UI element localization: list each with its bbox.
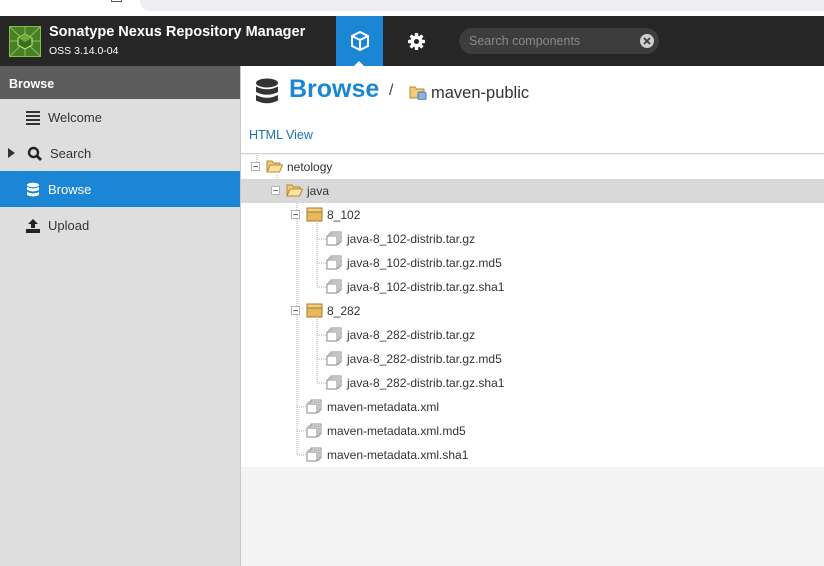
tree-node-label: java-8_102-distrib.tar.gz.md5 bbox=[347, 256, 502, 270]
file-icon bbox=[326, 255, 343, 270]
file-icon bbox=[326, 279, 343, 294]
browser-tab-icon bbox=[111, 0, 122, 2]
sidebar-item-label: Welcome bbox=[48, 110, 102, 125]
tree-node-label: maven-metadata.xml bbox=[327, 400, 440, 414]
tree-node-label: 8_282 bbox=[327, 304, 361, 318]
tree-row[interactable]: java-8_282-distrib.tar.gz.md5 bbox=[241, 347, 824, 371]
gear-icon bbox=[408, 32, 425, 50]
file-icon bbox=[306, 399, 323, 414]
upload-icon bbox=[26, 219, 40, 233]
tree-node-label: java-8_102-distrib.tar.gz bbox=[347, 232, 476, 246]
tree-row[interactable]: java-8_282-distrib.tar.gz bbox=[241, 323, 824, 347]
sidebar-title: Browse bbox=[0, 66, 240, 99]
sidebar-item-label: Search bbox=[50, 146, 92, 161]
search-components-input[interactable] bbox=[459, 28, 637, 54]
file-icon bbox=[326, 375, 343, 390]
tree-node-label: netology bbox=[287, 160, 333, 174]
sidebar-item-label: Upload bbox=[48, 218, 90, 233]
breadcrumb: Browse / maven-public bbox=[241, 66, 824, 120]
tree-node-label: java bbox=[307, 184, 330, 198]
browser-address-bar[interactable] bbox=[140, 0, 824, 11]
folder-open-icon bbox=[266, 159, 284, 174]
tree-row[interactable]: java-8_102-distrib.tar.gz.sha1 bbox=[241, 275, 824, 299]
file-icon bbox=[326, 327, 343, 342]
package-icon bbox=[306, 303, 323, 318]
nexus-logo-icon bbox=[9, 26, 41, 57]
tree-row[interactable]: java-8_102-distrib.tar.gz bbox=[241, 227, 824, 251]
repository-group-icon bbox=[409, 86, 427, 100]
collapse-toggle-icon[interactable] bbox=[291, 306, 300, 315]
search-box bbox=[459, 28, 659, 54]
tree-node-label: java-8_282-distrib.tar.gz bbox=[347, 328, 476, 342]
collapse-toggle-icon[interactable] bbox=[291, 210, 300, 219]
file-icon bbox=[326, 351, 343, 366]
file-icon bbox=[306, 447, 323, 462]
browser-chrome-strip bbox=[0, 0, 824, 16]
app-title: Sonatype Nexus Repository Manager bbox=[49, 24, 306, 40]
tree-node-label: java-8_102-distrib.tar.gz.sha1 bbox=[347, 280, 505, 294]
file-icon bbox=[326, 231, 343, 246]
tree-row[interactable]: java-8_282-distrib.tar.gz.sha1 bbox=[241, 371, 824, 395]
component-tree: netology java 8_102 java-8_102-distrib.tar.… bbox=[241, 155, 824, 467]
folder-open-icon bbox=[286, 183, 304, 198]
database-icon bbox=[256, 78, 278, 104]
file-icon bbox=[306, 423, 323, 438]
tree-row[interactable]: netology bbox=[241, 155, 824, 179]
package-icon bbox=[306, 207, 323, 222]
collapse-toggle-icon[interactable] bbox=[271, 186, 280, 195]
expand-arrow-icon[interactable] bbox=[8, 148, 15, 158]
sidebar-item-search[interactable]: Search bbox=[0, 135, 240, 171]
tree-row[interactable]: 8_282 bbox=[241, 299, 824, 323]
tree-node-label: 8_102 bbox=[327, 208, 361, 222]
tree-node-label: maven-metadata.xml.sha1 bbox=[327, 448, 469, 462]
breadcrumb-separator: / bbox=[389, 82, 394, 99]
database-icon bbox=[27, 182, 39, 197]
app-version: OSS 3.14.0-04 bbox=[49, 45, 119, 57]
main-panel: Browse / maven-public HTML View netology… bbox=[241, 66, 824, 566]
cube-icon bbox=[350, 31, 369, 51]
tree-row[interactable]: maven-metadata.xml.sha1 bbox=[241, 443, 824, 467]
sidebar-item-browse[interactable]: Browse bbox=[0, 171, 240, 207]
breadcrumb-browse-link[interactable]: Browse bbox=[289, 75, 379, 104]
magnifier-icon bbox=[27, 146, 42, 161]
sidebar-item-welcome[interactable]: Welcome bbox=[0, 99, 240, 135]
sidebar-item-upload[interactable]: Upload bbox=[0, 207, 240, 243]
tree-node-label: java-8_282-distrib.tar.gz.md5 bbox=[347, 352, 502, 366]
tree-row[interactable]: java-8_102-distrib.tar.gz.md5 bbox=[241, 251, 824, 275]
sidebar: Browse Welcome Search Browse Upload bbox=[0, 66, 241, 566]
collapse-toggle-icon[interactable] bbox=[251, 162, 260, 171]
breadcrumb-repository-name: maven-public bbox=[431, 84, 530, 102]
list-icon bbox=[26, 111, 40, 125]
toolbar: HTML View bbox=[241, 120, 824, 154]
clear-search-icon[interactable] bbox=[640, 34, 654, 48]
administration-mode-button[interactable] bbox=[393, 16, 440, 66]
tree-row[interactable]: maven-metadata.xml bbox=[241, 395, 824, 419]
app-header: Sonatype Nexus Repository Manager OSS 3.… bbox=[0, 16, 824, 66]
tree-node-label: maven-metadata.xml.md5 bbox=[327, 424, 466, 438]
tree-row[interactable]: 8_102 bbox=[241, 203, 824, 227]
html-view-link[interactable]: HTML View bbox=[249, 128, 313, 142]
browse-mode-button[interactable] bbox=[336, 16, 383, 66]
sidebar-item-label: Browse bbox=[48, 182, 92, 197]
tree-row[interactable]: java bbox=[241, 179, 824, 203]
tree-node-label: java-8_282-distrib.tar.gz.sha1 bbox=[347, 376, 505, 390]
tree-row[interactable]: maven-metadata.xml.md5 bbox=[241, 419, 824, 443]
